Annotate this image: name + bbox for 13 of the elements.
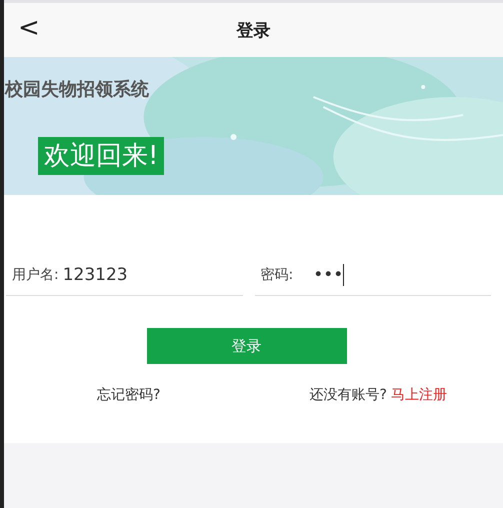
field-value: ••• bbox=[313, 265, 344, 285]
back-button[interactable]: < bbox=[18, 15, 40, 41]
register-link[interactable]: 马上注册 bbox=[390, 386, 447, 404]
username-field[interactable]: 用户名: 123123 bbox=[6, 255, 242, 296]
field-value: 123123 bbox=[62, 265, 128, 285]
welcome-text: 欢迎回来! bbox=[38, 137, 164, 175]
field-label: 用户名: bbox=[12, 266, 59, 284]
field-label: 密码: bbox=[260, 266, 294, 284]
system-name: 校园失物招领系统 bbox=[5, 78, 149, 101]
forgot-password-link[interactable]: 忘记密码? bbox=[97, 386, 160, 404]
no-account-text: 还没有账号? bbox=[310, 386, 387, 404]
page-title: 登录 bbox=[236, 20, 270, 42]
password-field[interactable]: 密码: ••• bbox=[254, 255, 491, 296]
